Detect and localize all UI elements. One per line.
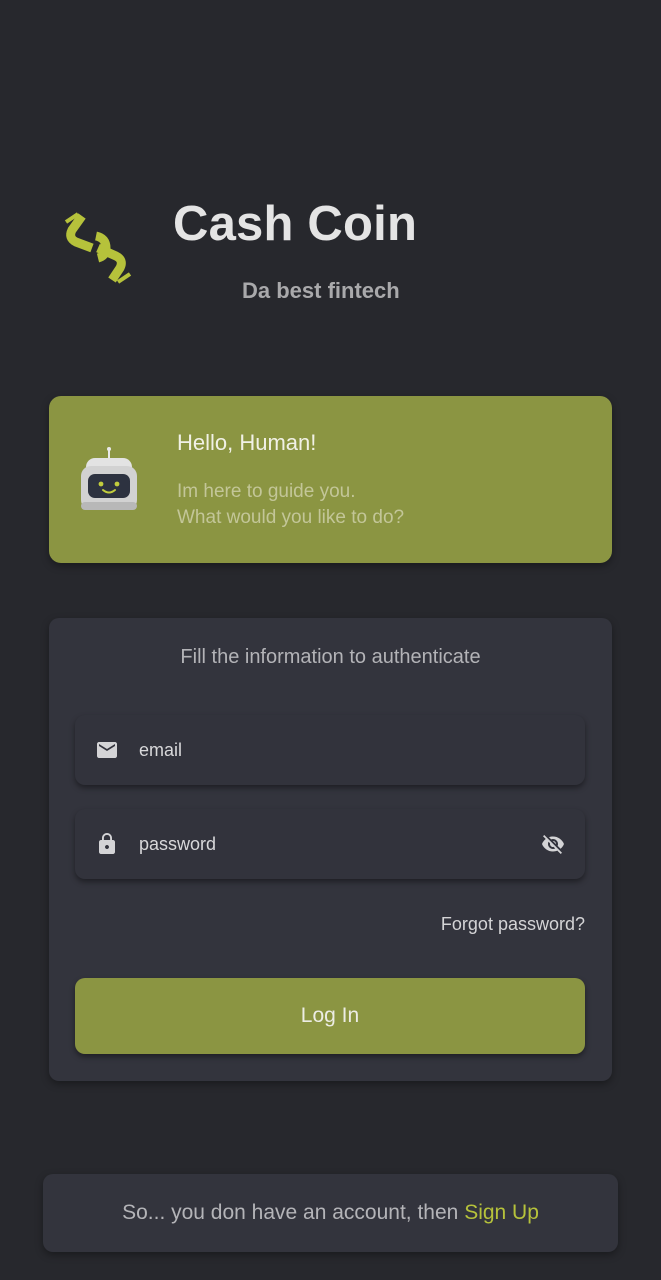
app-subtitle: Da best fintech bbox=[242, 278, 400, 303]
chain-link-logo-icon bbox=[64, 212, 132, 284]
login-button[interactable]: Log In bbox=[75, 978, 585, 1054]
email-input[interactable] bbox=[139, 715, 519, 785]
lock-icon bbox=[99, 833, 115, 854]
signup-card: So... you don have an account, then Sign… bbox=[43, 1174, 618, 1252]
bot-message-line-1: Im here to guide you. bbox=[177, 481, 356, 502]
signup-prompt: So... you don have an account, then bbox=[122, 1201, 465, 1224]
password-field[interactable] bbox=[75, 809, 585, 879]
email-field[interactable] bbox=[75, 715, 585, 785]
bot-greeting: Hello, Human! bbox=[177, 430, 317, 455]
bot-guide-card: Hello, Human! Im here to guide you. What… bbox=[49, 396, 612, 563]
eye-off-icon[interactable] bbox=[540, 832, 566, 856]
auth-heading: Fill the information to authenticate bbox=[180, 646, 481, 668]
robot-icon bbox=[81, 447, 137, 510]
forgot-password-link[interactable]: Forgot password? bbox=[441, 914, 585, 935]
mail-icon bbox=[97, 742, 117, 758]
signup-link[interactable]: Sign Up bbox=[464, 1201, 539, 1224]
bot-message-line-2: What would you like to do? bbox=[177, 507, 405, 528]
app-title: Cash Coin bbox=[173, 197, 418, 251]
password-input[interactable] bbox=[139, 809, 519, 879]
auth-card: Fill the information to authenticate For… bbox=[49, 618, 612, 1081]
login-screen: Cash Coin Da best fintech Hello, Human! … bbox=[0, 0, 661, 1280]
